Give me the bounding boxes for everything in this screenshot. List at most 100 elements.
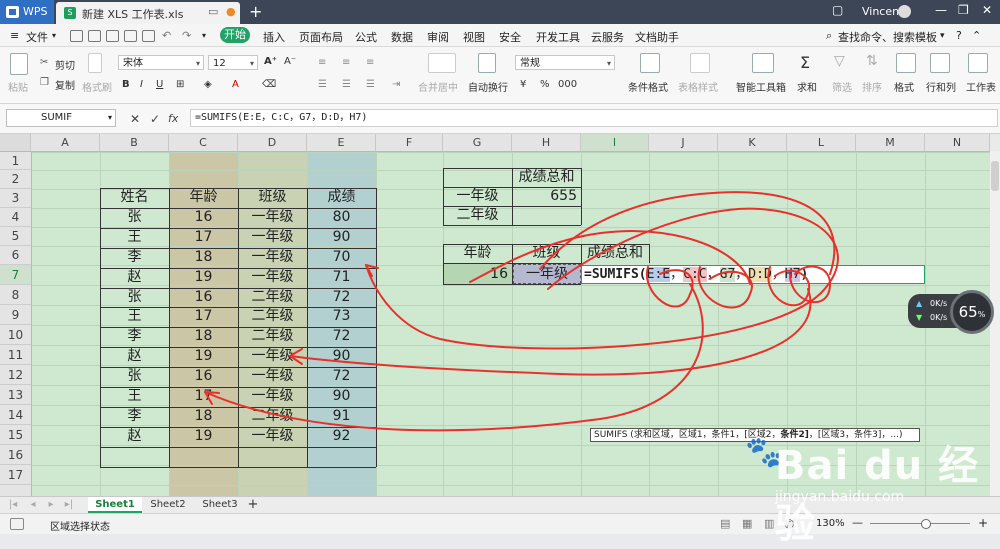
restore-icon[interactable]: ❐ — [958, 3, 969, 17]
file-dropdown-icon[interactable]: ▾ — [52, 31, 56, 40]
name-box[interactable]: SUMIF ▾ — [6, 109, 116, 127]
confirm-edit-icon[interactable]: ✓ — [150, 112, 160, 126]
export-icon[interactable] — [142, 30, 155, 42]
scrollbar-thumb[interactable] — [991, 161, 999, 191]
worksheet-button[interactable]: 工作表 — [966, 79, 996, 94]
font-color-icon[interactable]: A — [232, 79, 239, 90]
row-col-button[interactable]: 行和列 — [926, 79, 956, 94]
conditional-format-button[interactable]: 条件格式 — [628, 79, 668, 94]
tab-sheet1[interactable]: Sheet1 — [88, 497, 142, 513]
pin-tab-icon[interactable]: ▭ — [208, 5, 218, 18]
sort-icon[interactable]: ⇅ — [866, 53, 878, 69]
tab-data[interactable]: 数据 — [391, 29, 413, 45]
cut-icon[interactable]: ✂ — [40, 57, 48, 68]
underline-icon[interactable]: U — [156, 79, 163, 90]
tab-formulas[interactable]: 公式 — [355, 29, 377, 45]
cancel-edit-icon[interactable]: ✕ — [130, 112, 140, 126]
sum-button[interactable]: 求和 — [797, 79, 817, 94]
cut-button[interactable]: 剪切 — [55, 57, 75, 72]
thousands-icon[interactable]: 000 — [558, 79, 577, 90]
memory-usage-circle[interactable]: 65% — [950, 290, 994, 334]
search-icon[interactable]: ⌕ — [826, 29, 832, 43]
smart-toolbox-icon[interactable] — [752, 53, 774, 73]
menu-file[interactable]: 文件 — [26, 29, 48, 45]
hamburger-icon[interactable]: ≡ — [10, 29, 19, 42]
tab-insert[interactable]: 插入 — [263, 29, 285, 45]
unsaved-dot-icon[interactable]: ● — [226, 5, 236, 18]
merge-center-button[interactable]: 合并居中 — [418, 79, 458, 94]
format-icon[interactable] — [896, 53, 916, 73]
smart-toolbox-button[interactable]: 智能工具箱 — [736, 79, 786, 94]
align-center-icon[interactable]: ☰ — [342, 79, 351, 90]
row-col-icon[interactable] — [930, 53, 950, 73]
tab-cloud[interactable]: 云服务 — [591, 29, 624, 45]
copy-button[interactable]: 复制 — [55, 77, 75, 92]
clear-format-icon[interactable]: ⌫ — [262, 79, 276, 90]
font-size-select[interactable]: 12 ▾ — [208, 55, 258, 70]
save-icon[interactable] — [88, 30, 101, 42]
auto-wrap-icon[interactable] — [478, 53, 496, 73]
fill-color-icon[interactable]: ◈ — [204, 79, 212, 90]
italic-icon[interactable]: I — [140, 79, 143, 90]
border-icon[interactable]: ⊞ — [176, 79, 184, 90]
conditional-format-icon[interactable] — [640, 53, 660, 73]
tab-developer[interactable]: 开发工具 — [536, 29, 580, 45]
quick-access-dropdown-icon[interactable]: ▾ — [202, 31, 206, 40]
merge-center-icon[interactable] — [428, 53, 456, 73]
filter-button[interactable]: 筛选 — [832, 79, 852, 94]
search-command-input[interactable]: 查找命令、搜索模板 — [838, 29, 937, 45]
insert-function-icon[interactable]: fx — [168, 112, 178, 125]
page-layout-view-icon[interactable]: ▦ — [742, 517, 752, 530]
bold-icon[interactable]: B — [122, 79, 130, 90]
collapse-ribbon-icon[interactable]: ⌃ — [972, 29, 981, 42]
close-icon[interactable]: ✕ — [982, 3, 992, 17]
tab-view[interactable]: 视图 — [463, 29, 485, 45]
format-painter-button[interactable]: 格式刷 — [82, 79, 112, 94]
sort-button[interactable]: 排序 — [862, 79, 882, 94]
paste-icon[interactable] — [10, 53, 28, 75]
align-middle-icon[interactable]: ≡ — [342, 57, 350, 68]
align-left-icon[interactable]: ☰ — [318, 79, 327, 90]
tab-review[interactable]: 审阅 — [427, 29, 449, 45]
table-style-button[interactable]: 表格样式 — [678, 79, 718, 94]
indent-icon[interactable]: ⇥ — [392, 79, 400, 90]
status-mode-icon[interactable] — [10, 518, 24, 530]
formula-input[interactable]: =SUMIFS(E:E，C:C，G7，D:D，H7) — [190, 109, 998, 127]
undo-icon[interactable]: ↶ — [162, 29, 171, 42]
align-right-icon[interactable]: ☰ — [366, 79, 375, 90]
redo-icon[interactable]: ↷ — [182, 29, 191, 42]
search-dropdown-icon[interactable]: ▾ — [940, 31, 945, 41]
tab-sheet3[interactable]: Sheet3 — [196, 497, 244, 513]
currency-icon[interactable]: ¥ — [520, 79, 526, 90]
open-icon[interactable] — [70, 30, 83, 42]
font-family-select[interactable]: 宋体 ▾ — [118, 55, 204, 70]
format-button[interactable]: 格式 — [894, 79, 914, 94]
minimize-icon[interactable]: — — [935, 3, 947, 17]
wps-home-tab[interactable]: WPS — [0, 0, 54, 24]
tab-sheet2[interactable]: Sheet2 — [144, 497, 192, 513]
tab-security[interactable]: 安全 — [499, 29, 521, 45]
page-break-view-icon[interactable]: ▥ — [764, 517, 774, 530]
copy-icon[interactable]: ❐ — [40, 77, 49, 88]
number-format-select[interactable]: 常规 ▾ — [515, 55, 615, 70]
normal-view-icon[interactable]: ▤ — [720, 517, 730, 530]
prev-sheet-icon[interactable]: ◂ — [26, 497, 40, 513]
worksheet-icon[interactable] — [968, 53, 988, 73]
next-sheet-icon[interactable]: ▸ — [44, 497, 58, 513]
table-style-icon[interactable] — [690, 53, 710, 73]
last-sheet-icon[interactable]: ▸| — [62, 497, 76, 513]
percent-icon[interactable]: % — [540, 79, 550, 90]
window-mode-icon[interactable]: ▢ — [832, 3, 843, 17]
decrease-font-icon[interactable]: A⁻ — [284, 56, 296, 67]
align-top-icon[interactable]: ≡ — [318, 57, 326, 68]
new-tab-button[interactable]: + — [249, 2, 262, 21]
tab-page-layout[interactable]: 页面布局 — [299, 29, 343, 45]
increase-font-icon[interactable]: A⁺ — [264, 56, 277, 67]
sum-icon[interactable]: Σ — [800, 53, 810, 72]
align-bottom-icon[interactable]: ≡ — [366, 57, 374, 68]
help-icon[interactable]: ? — [956, 29, 962, 42]
filter-icon[interactable]: ▽ — [834, 53, 845, 69]
print-preview-icon[interactable] — [124, 30, 137, 42]
first-sheet-icon[interactable]: |◂ — [6, 497, 20, 513]
print-icon[interactable] — [106, 30, 119, 42]
